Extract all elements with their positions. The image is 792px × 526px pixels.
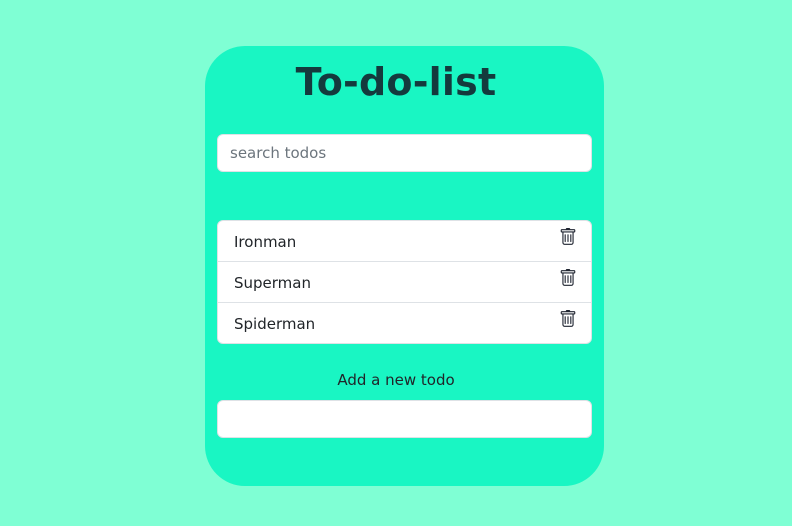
trash-icon[interactable] (559, 228, 577, 246)
add-todo-label: Add a new todo (337, 371, 455, 389)
trash-icon[interactable] (559, 269, 577, 287)
add-todo-input[interactable] (217, 400, 592, 438)
list-item: Superman (218, 261, 591, 302)
search-input[interactable] (217, 134, 592, 172)
trash-icon[interactable] (559, 310, 577, 328)
page-title: To-do-list (295, 60, 497, 104)
list-item: Ironman (218, 221, 591, 261)
todo-list: Ironman Superman Spiderman (217, 220, 592, 344)
todo-text: Spiderman (234, 315, 316, 333)
todo-text: Ironman (234, 233, 297, 251)
list-item: Spiderman (218, 302, 591, 343)
todo-text: Superman (234, 274, 311, 292)
